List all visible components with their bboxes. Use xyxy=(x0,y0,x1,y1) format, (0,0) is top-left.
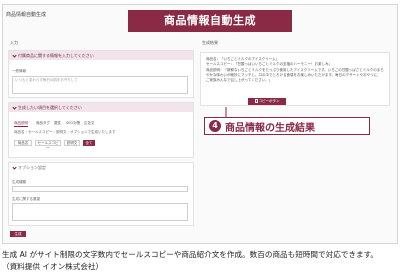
caption: 生成 AI がサイト制限の文字数内でセールスコピーや商品紹介文を作成。数百の商品… xyxy=(2,249,398,272)
callout-label: 4 商品情報の生成結果 xyxy=(204,117,370,135)
callout-text: 商品情報の生成結果 xyxy=(225,122,315,134)
caption-source: （資料提供 イオン株式会社） xyxy=(2,261,104,271)
callout-number: 4 xyxy=(209,120,221,132)
caption-line: 生成 AI がサイト制限の文字数内でセールスコピーや商品紹介文を作成。数百の商品… xyxy=(2,250,378,259)
callout-connector xyxy=(225,107,227,117)
